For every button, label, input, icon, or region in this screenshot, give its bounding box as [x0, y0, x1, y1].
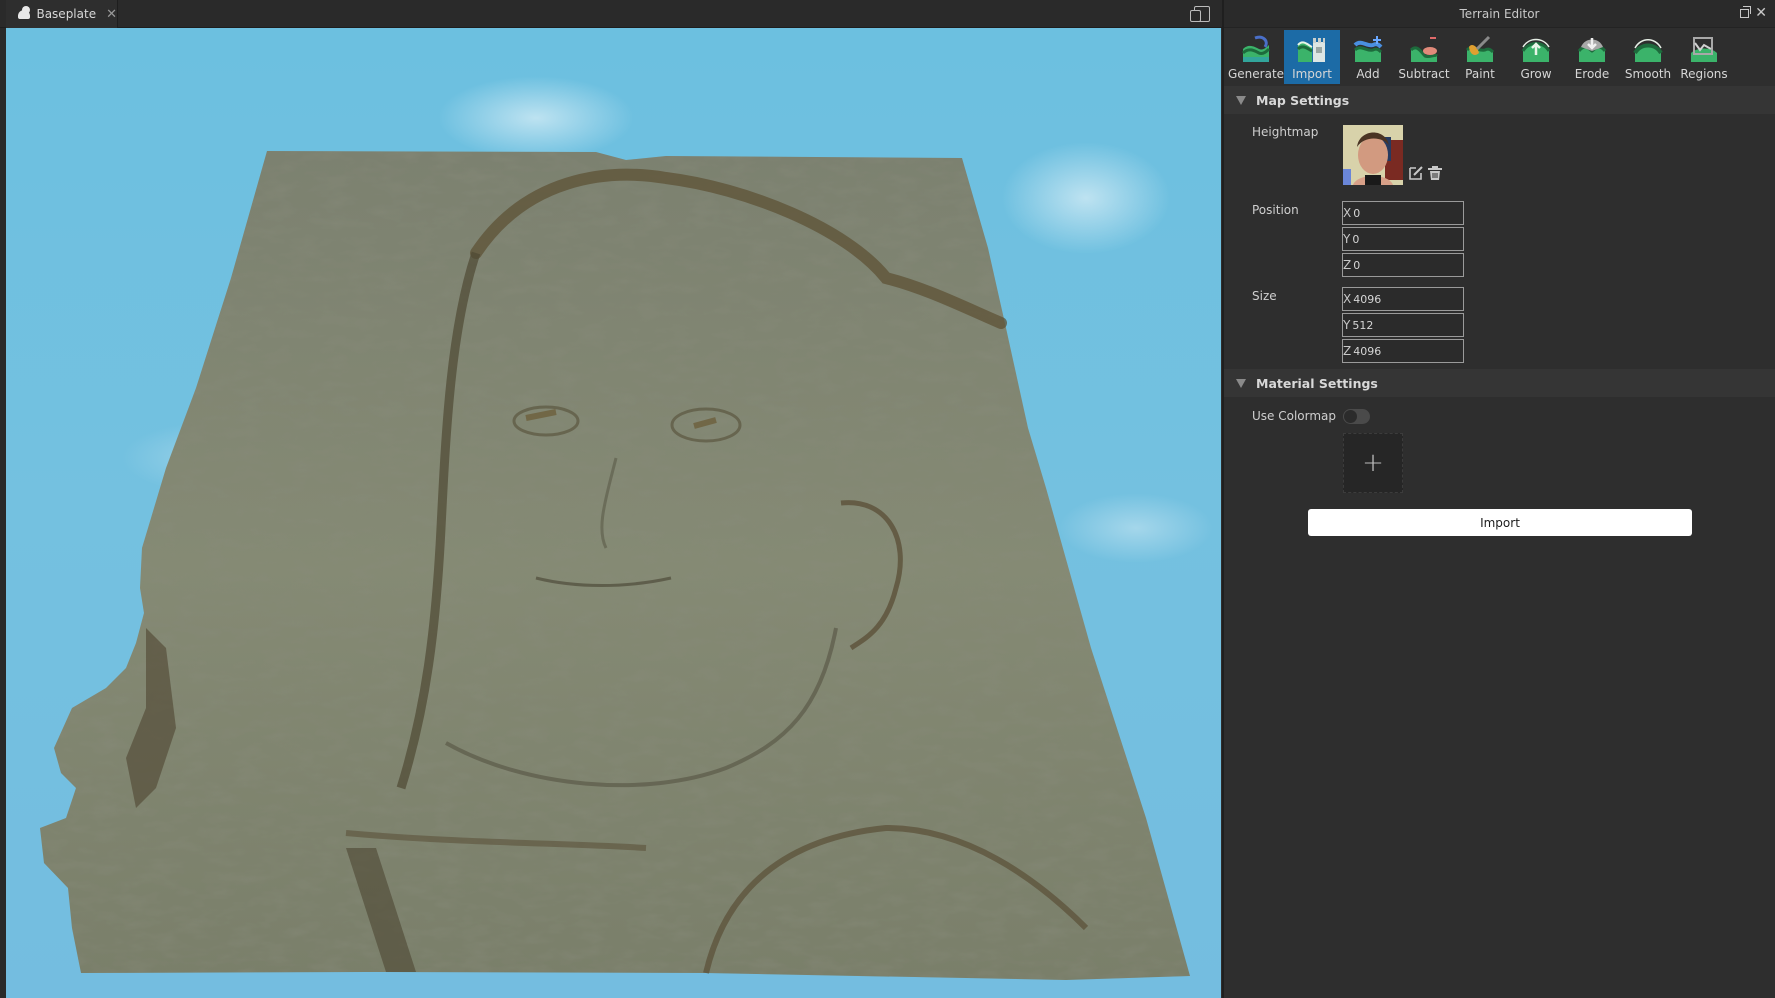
use-colormap-label: Use Colormap — [1252, 409, 1337, 423]
axis-label-x: X — [1343, 206, 1352, 220]
map-settings-header[interactable]: Map Settings — [1224, 86, 1775, 114]
terrain-toolbar: Generate Import Add Subtract Paint Grow … — [1224, 28, 1775, 86]
toggle-knob — [1344, 410, 1357, 423]
size-x-input[interactable] — [1351, 292, 1499, 306]
position-label: Position — [1252, 203, 1299, 217]
grow-icon — [1521, 38, 1551, 62]
axis-label-y: Y — [1343, 232, 1351, 246]
paint-icon — [1465, 35, 1495, 62]
tool-import[interactable]: Import — [1284, 30, 1340, 84]
heightmap-label: Heightmap — [1252, 125, 1319, 139]
delete-heightmap-icon[interactable] — [1427, 165, 1443, 181]
collapse-triangle-icon — [1236, 378, 1246, 388]
document-tab-baseplate[interactable]: Baseplate ✕ — [6, 0, 118, 28]
tool-label: Import — [1292, 67, 1332, 81]
smooth-icon — [1633, 39, 1663, 62]
edit-heightmap-icon[interactable] — [1408, 165, 1424, 181]
document-tab-label: Baseplate — [36, 7, 97, 21]
close-panel-icon[interactable]: ✕ — [1755, 5, 1767, 21]
tool-paint[interactable]: Paint — [1452, 30, 1508, 84]
terrain-texture — [40, 151, 1190, 980]
add-colormap-button[interactable]: + — [1343, 433, 1403, 493]
axis-label-y: Y — [1343, 318, 1351, 332]
tool-erode[interactable]: Erode — [1564, 30, 1620, 84]
terrain-render — [40, 151, 1190, 980]
tool-label: Grow — [1520, 67, 1552, 81]
add-icon — [1353, 36, 1383, 62]
tool-label: Erode — [1574, 67, 1610, 81]
heightmap-thumbnail[interactable] — [1343, 125, 1403, 185]
panel-title-bar: Terrain Editor ✕ — [1224, 0, 1775, 28]
tool-regions[interactable]: Regions — [1676, 30, 1732, 84]
position-x-input[interactable] — [1351, 206, 1499, 220]
material-settings-body: Use Colormap + Import — [1224, 397, 1775, 597]
tool-label: Add — [1356, 67, 1380, 81]
import-button[interactable]: Import — [1308, 509, 1692, 536]
tool-grow[interactable]: Grow — [1508, 30, 1564, 84]
tool-label: Regions — [1680, 67, 1728, 81]
axis-label-z: Z — [1343, 258, 1352, 272]
size-z-input[interactable] — [1351, 344, 1499, 358]
close-tab-icon[interactable]: ✕ — [106, 7, 117, 22]
position-z-input[interactable] — [1351, 258, 1499, 272]
panel-title: Terrain Editor — [1459, 6, 1540, 21]
document-tab-bar: Baseplate ✕ — [0, 0, 1222, 28]
size-y-field: Y — [1342, 313, 1498, 337]
generate-icon — [1241, 35, 1271, 62]
map-settings-title: Map Settings — [1256, 92, 1350, 108]
tool-add[interactable]: Add — [1340, 30, 1396, 84]
plus-icon: + — [1362, 448, 1384, 478]
axis-label-z: Z — [1343, 344, 1352, 358]
size-x-field: X — [1342, 287, 1499, 311]
3d-viewport[interactable] — [6, 28, 1221, 998]
tool-label: Paint — [1465, 67, 1495, 81]
tool-label: Generate — [1227, 67, 1285, 81]
heightmap-image — [1343, 125, 1403, 185]
tool-label: Subtract — [1398, 67, 1450, 81]
size-label: Size — [1252, 289, 1277, 303]
tool-generate[interactable]: Generate — [1228, 30, 1284, 84]
erode-icon — [1577, 38, 1607, 62]
import-icon — [1297, 38, 1325, 62]
subtract-icon — [1409, 37, 1439, 62]
position-z-field: Z — [1342, 253, 1499, 277]
tool-smooth[interactable]: Smooth — [1620, 30, 1676, 84]
size-z-field: Z — [1342, 339, 1499, 363]
float-panel-icon[interactable] — [1740, 6, 1751, 18]
position-x-field: X — [1342, 201, 1499, 225]
use-colormap-toggle[interactable] — [1343, 409, 1370, 424]
material-settings-header[interactable]: Material Settings — [1224, 369, 1775, 397]
tool-label: Smooth — [1624, 67, 1672, 81]
tool-subtract[interactable]: Subtract — [1396, 30, 1452, 84]
material-settings-title: Material Settings — [1256, 375, 1378, 391]
map-settings-body: Heightmap Position X 0 Y 0 Z 0 Size X 40… — [1224, 114, 1775, 369]
cloud-icon — [18, 5, 31, 19]
axis-label-x: X — [1343, 292, 1352, 306]
collapse-triangle-icon — [1236, 95, 1246, 105]
regions-icon — [1691, 37, 1717, 62]
size-y-input[interactable] — [1350, 318, 1498, 332]
restore-viewport-icon[interactable] — [1190, 6, 1210, 22]
position-y-field: Y — [1342, 227, 1498, 251]
terrain-editor-panel: Terrain Editor ✕ Generate Import Add Sub… — [1222, 0, 1775, 998]
position-y-input[interactable] — [1350, 232, 1498, 246]
